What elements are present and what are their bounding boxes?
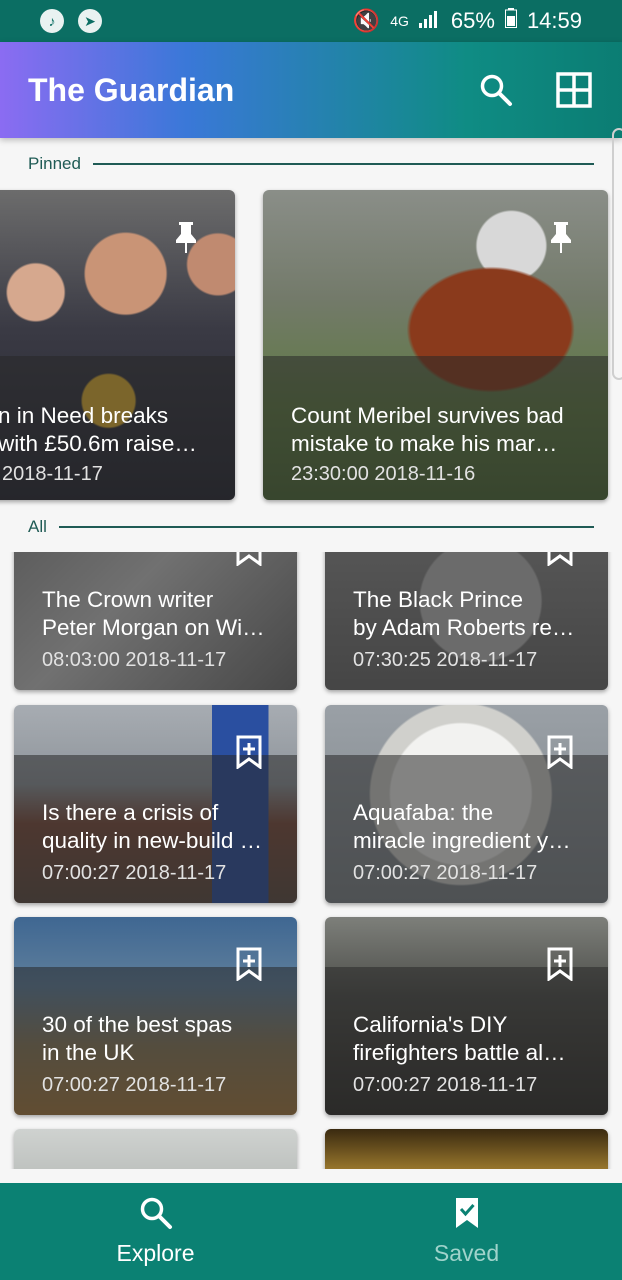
bookmark-add-icon[interactable]: [235, 552, 263, 566]
music-notification-icon: ♪: [40, 9, 64, 33]
app-title: The Guardian: [28, 71, 235, 108]
search-icon: [140, 1197, 172, 1229]
pinned-card[interactable]: n in Need breaks with £50.6m raise… 2018…: [0, 190, 235, 500]
bookmark-check-icon: [455, 1198, 478, 1228]
article-card[interactable]: 30 of the best spas in the UK 07:00:27 2…: [14, 917, 297, 1115]
bookmark-add-icon[interactable]: [546, 552, 574, 566]
clock: 14:59: [526, 8, 582, 33]
nav-saved-label: Saved: [433, 1240, 500, 1266]
article-time: 2018-11-17: [2, 463, 103, 485]
bookmark-add-icon[interactable]: [546, 947, 574, 981]
article-card[interactable]: Is there a crisis of quality in new-buil…: [14, 705, 297, 903]
article-image: [325, 1129, 608, 1169]
search-icon[interactable]: [476, 70, 516, 110]
scroll-indicator[interactable]: [612, 128, 622, 380]
article-time: 08:03:00 2018-11-17: [42, 649, 227, 671]
status-bar: ♪ ➤ 🔇 4G 65% 14:59: [0, 0, 622, 42]
grid-view-icon[interactable]: [554, 70, 594, 110]
article-title: n in Need breaks with £50.6m raise…: [0, 403, 197, 456]
divider: [92, 163, 594, 165]
bookmark-add-icon[interactable]: [235, 735, 263, 769]
article-time: 07:00:27 2018-11-17: [353, 1074, 538, 1096]
article-time: 07:00:27 2018-11-17: [353, 862, 538, 884]
article-card[interactable]: [325, 1129, 608, 1169]
article-time: 23:30:00 2018-11-16: [291, 463, 476, 485]
signal-icon: [418, 8, 441, 34]
bookmark-add-icon[interactable]: [235, 947, 263, 981]
nav-saved[interactable]: Saved: [311, 1183, 622, 1280]
all-label: All: [28, 517, 47, 536]
pinned-section-header: Pinned: [28, 154, 594, 174]
battery-percent: 65%: [450, 8, 495, 33]
pin-icon[interactable]: [172, 220, 200, 254]
article-title: 30 of the best spas in the UK: [42, 1012, 233, 1065]
battery-icon: [504, 8, 517, 34]
article-title: The Black Prince by Adam Roberts re…: [353, 587, 575, 640]
article-time: 07:00:27 2018-11-17: [42, 862, 227, 884]
bookmark-add-icon[interactable]: [546, 735, 574, 769]
article-grid[interactable]: The Crown writer Peter Morgan on Wi… 08:…: [0, 552, 622, 1169]
all-section-header: All: [28, 517, 594, 537]
article-card[interactable]: Aquafaba: the miracle ingredient y… 07:0…: [325, 705, 608, 903]
article-time: 07:00:27 2018-11-17: [42, 1074, 227, 1096]
article-title: Aquafaba: the miracle ingredient y…: [353, 800, 571, 853]
article-card[interactable]: California's DIY firefighters battle al……: [325, 917, 608, 1115]
article-card[interactable]: The Crown writer Peter Morgan on Wi… 08:…: [14, 552, 297, 690]
network-type: 4G: [390, 13, 409, 29]
bottom-navigation: Explore Saved: [0, 1183, 622, 1280]
article-image: [14, 1129, 297, 1169]
article-title: California's DIY firefighters battle al…: [353, 1012, 566, 1065]
divider: [58, 526, 594, 528]
pinned-label: Pinned: [28, 154, 81, 173]
article-card[interactable]: The Black Prince by Adam Roberts re… 07:…: [325, 552, 608, 690]
app-bar: The Guardian: [0, 42, 622, 138]
pinned-card[interactable]: Count Meribel survives bad mistake to ma…: [263, 190, 608, 500]
nav-explore[interactable]: Explore: [0, 1183, 311, 1280]
telegram-notification-icon: ➤: [78, 9, 102, 33]
vibrate-mute-icon: 🔇: [352, 8, 381, 33]
article-time: 07:30:25 2018-11-17: [353, 649, 538, 671]
article-title: Count Meribel survives bad mistake to ma…: [291, 403, 564, 456]
article-card[interactable]: [14, 1129, 297, 1169]
article-title: The Crown writer Peter Morgan on Wi…: [42, 587, 265, 640]
nav-explore-label: Explore: [116, 1240, 195, 1266]
article-title: Is there a crisis of quality in new-buil…: [42, 800, 263, 853]
pin-icon[interactable]: [547, 220, 575, 254]
